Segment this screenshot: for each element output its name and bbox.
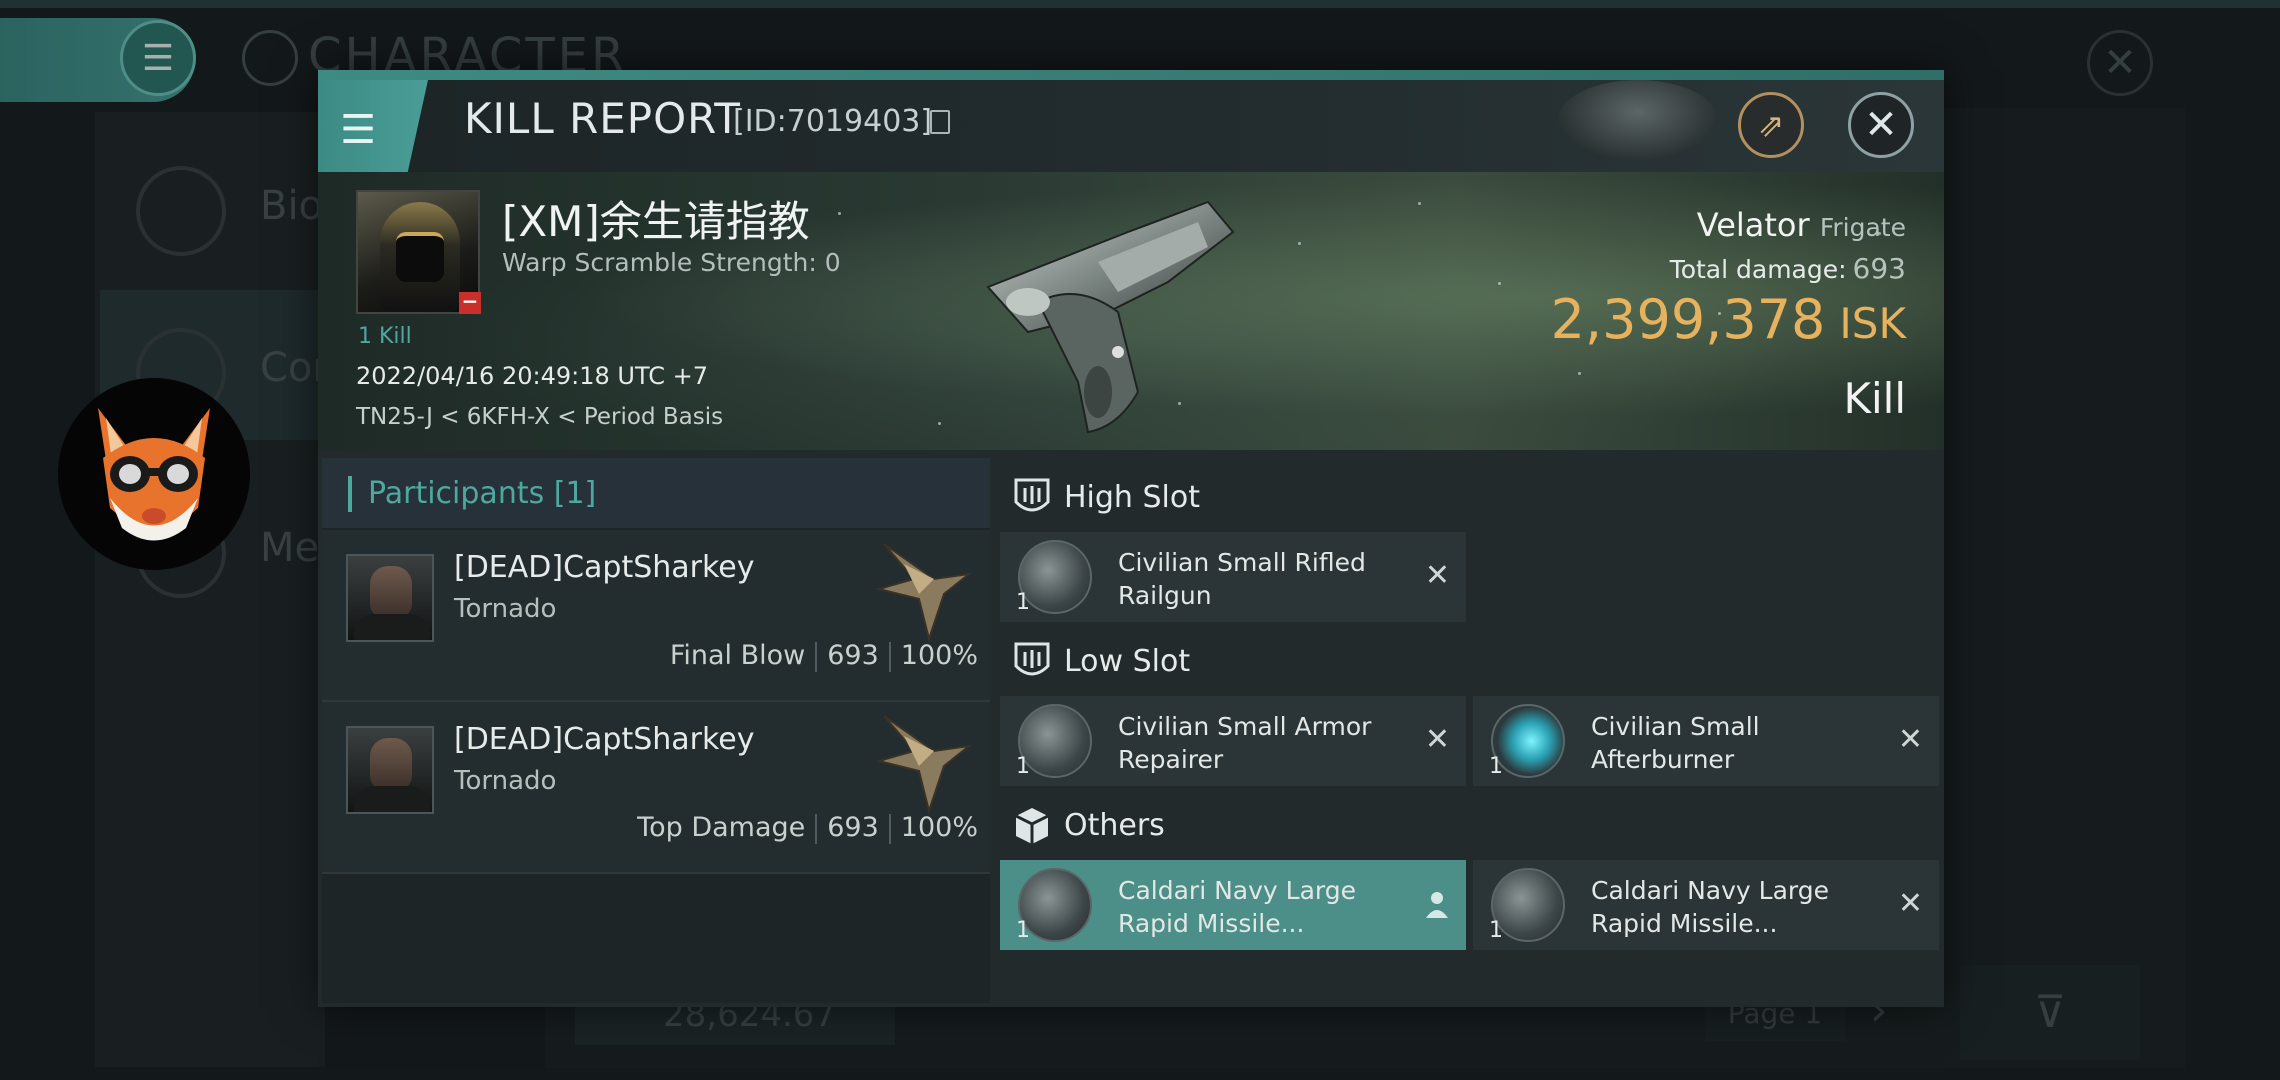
destroyed-icon: ✕ [1897,886,1923,921]
close-button[interactable]: ✕ [1848,92,1914,158]
victim-banner: − [XM]余生请指教 Warp Scramble Strength: 0 1 … [318,172,1944,450]
kill-report-dialog: ☰ KILL REPORT [ID:7019403] ⇗ ✕ − [XM]余生请… [318,70,1944,1007]
participant-stats: Top Damage 693 100% [637,812,978,844]
participant-name: [DEAD]CaptSharkey [454,550,755,585]
item-name: Caldari Navy Large Rapid Missile... [1591,876,1829,938]
kill-datetime: 2022/04/16 20:49:18 UTC +7 [356,362,708,390]
others-header: Others [998,786,1940,866]
participant-tag: Top Damage [637,812,806,843]
share-icon: ⇗ [1757,106,1785,144]
item-name: Civilian Small Armor Repairer [1118,712,1372,774]
close-icon: ✕ [1864,102,1898,148]
participants-header: Participants [1] [368,476,597,511]
low-slot-icon [1014,642,1050,676]
destroyed-icon: ✕ [1897,722,1923,757]
report-id: [ID:7019403] [733,104,933,139]
participant-damage: 693 [827,812,879,843]
destroyed-icon: ✕ [1424,722,1450,757]
cargo-icon [1015,808,1049,844]
low-slot-header: Low Slot [998,622,1940,702]
header-decoration [1558,80,1718,160]
fitted-item-selected[interactable]: 1 Caldari Navy Large Rapid Missile... [1000,860,1466,950]
participant-ship-image [875,543,973,643]
fitted-item[interactable]: 1 Civilian Small Rifled Railgun ✕ [1000,532,1466,622]
isk-unit: ISK [1839,299,1906,348]
hamburger-icon: ☰ [340,107,376,153]
fox-icon [98,408,210,541]
ship-name: Velator [1696,206,1810,244]
victim-ship[interactable]: Velator Frigate [1697,206,1906,244]
fitted-item[interactable]: 1 Civilian Small Afterburner ✕ [1473,696,1939,786]
item-name: Civilian Small Afterburner [1591,712,1760,774]
kill-location: TN25-J < 6KFH-X < Period Basis [356,404,724,430]
item-name: Caldari Navy Large Rapid Missile... [1118,876,1356,938]
participant-row[interactable]: [DEAD]CaptSharkey Tornado Top Damage 693 1… [322,702,990,874]
item-quantity: 1 [1016,754,1030,779]
high-slot-icon [1014,478,1050,512]
item-quantity: 1 [1489,754,1503,779]
participant-stats: Final Blow 693 100% [670,640,978,672]
kill-count: 1 Kill [358,324,412,349]
participant-row[interactable]: [DEAD]CaptSharkey Tornado Final Blow 693 1… [322,530,990,702]
destroyed-icon: ✕ [1424,558,1450,593]
warp-scramble-strength: Warp Scramble Strength: 0 [502,248,841,277]
isk-value: 2,399,378 ISK [1551,288,1906,351]
standing-badge: − [459,291,481,314]
dropped-icon [1426,892,1448,918]
participant-tag: Final Blow [669,640,806,671]
dialog-accent-bar [318,70,1944,80]
participant-ship: Tornado [454,766,557,796]
participant-damage: 693 [827,640,879,671]
victim-name[interactable]: [XM]余生请指教 [502,188,810,249]
participant-avatar [346,726,434,814]
total-damage-value: 693 [1852,252,1906,285]
participant-name: [DEAD]CaptSharkey [454,722,755,757]
ship-class: Frigate [1819,213,1906,242]
share-button[interactable]: ⇗ [1738,92,1804,158]
high-slot-header: High Slot [998,458,1940,538]
high-slot-label: High Slot [1064,480,1200,515]
item-name: Civilian Small Rifled Railgun [1118,548,1366,610]
item-quantity: 1 [1016,918,1030,943]
low-slot-label: Low Slot [1064,644,1191,679]
total-damage: Total damage: 693 [1670,252,1906,285]
victim-ship-image [986,200,1235,434]
floating-avatar[interactable] [58,378,250,570]
isk-amount: 2,399,378 [1550,288,1826,351]
dialog-title: KILL REPORT [464,94,741,143]
participant-ship: Tornado [454,594,557,624]
total-damage-label: Total damage: [1669,255,1847,284]
fitted-item[interactable]: 1 Caldari Navy Large Rapid Missile... ✕ [1473,860,1939,950]
participants-tab[interactable]: Participants [1] [322,458,990,528]
copy-icon[interactable] [930,110,950,134]
participant-ship-image [875,715,973,815]
others-label: Others [1064,808,1165,843]
fitted-item[interactable]: 1 Civilian Small Armor Repairer ✕ [1000,696,1466,786]
participant-avatar [346,554,434,642]
item-quantity: 1 [1489,918,1503,943]
participant-percent: 100% [900,640,978,671]
participant-percent: 100% [900,812,978,843]
item-quantity: 1 [1016,590,1030,615]
result-label: Kill [1843,374,1906,423]
